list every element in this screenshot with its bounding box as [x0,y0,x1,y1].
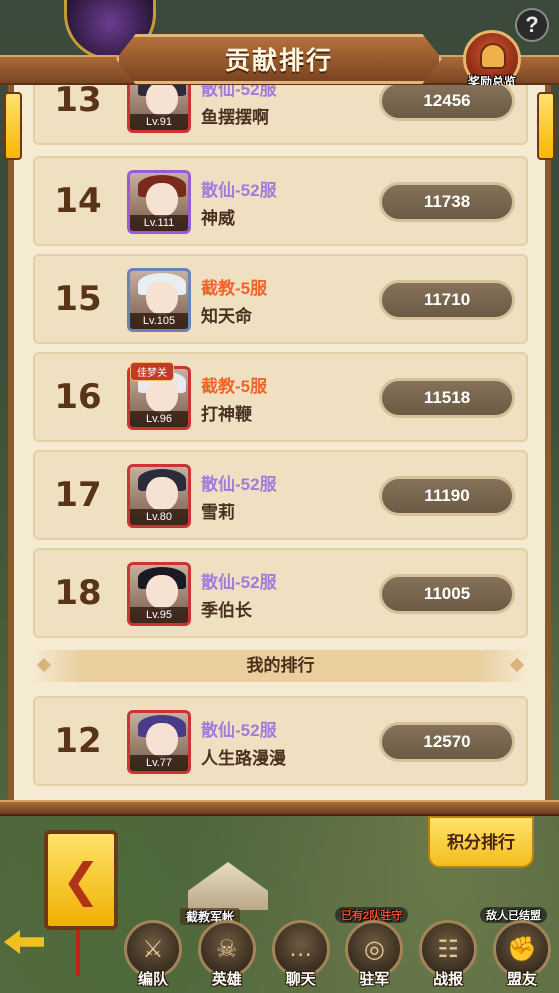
nav-label: 英雄 [211,971,242,988]
points-rank-tab[interactable]: 积分排行 [428,816,534,868]
player-name: 知天命 [201,307,252,326]
nav-label: 聊天 [285,971,316,988]
player-level: Lv.77 [130,755,188,771]
player-name: 雪莉 [201,503,235,522]
player-level: Lv.96 [130,411,188,427]
player-name: 神威 [201,209,235,228]
ranking-row[interactable]: 15 Lv.105 截教-5服 知天命 11710 [33,254,528,344]
rank-number: 14 [54,181,102,221]
player-avatar[interactable]: Lv.77 [127,710,191,774]
nav-battle-report[interactable]: ☷ 战报 [415,918,481,993]
player-score: 11710 [379,280,515,320]
nav-label: 盟友 [506,971,537,988]
rank-number: 18 [54,573,102,613]
player-name: 季伯长 [201,601,252,620]
my-rank-header: 我的排行 [33,650,528,682]
player-level: Lv.105 [130,313,188,329]
panel-bottom-rod [0,800,559,816]
player-level: Lv.111 [130,215,188,231]
ranking-row[interactable]: 16 Lv.96 佳梦关 截教-5服 打神鞭 11518 [33,352,528,442]
page-title: 贡献排行 [116,34,442,84]
nav-label: 驻军 [359,971,390,988]
player-score: 11518 [379,378,515,418]
lantern-right-icon [537,92,555,160]
nav-label: 战报 [433,971,464,988]
player-server: 散仙-52服 [201,721,277,740]
player-score: 11005 [379,574,515,614]
player-name: 人生路漫漫 [201,749,286,768]
ranking-row[interactable]: 18 Lv.95 散仙-52服 季伯长 11005 [33,548,528,638]
rank-number: 16 [54,377,102,417]
player-server: 散仙-52服 [201,475,277,494]
banner-pole [76,930,80,976]
player-avatar[interactable]: Lv.91 [127,85,191,133]
chevron-left-icon: ❮ [61,854,101,906]
player-score: 12570 [379,722,515,762]
bottom-nav: ⚔ 编队 ☠ 英雄 … 聊天 ◎ 驻军 ☷ 战报 ✊ 盟友 [120,918,555,993]
ranking-row[interactable]: 14 Lv.111 散仙-52服 神威 11738 [33,156,528,246]
back-button[interactable]: ❮ [44,830,118,930]
nav-garrison[interactable]: ◎ 驻军 [341,918,407,993]
nav-hero[interactable]: ☠ 英雄 [194,918,260,993]
player-name: 打神鞭 [201,405,252,424]
player-score: 11738 [379,182,515,222]
player-server: 截教-5服 [201,279,268,298]
ranking-row[interactable]: 13 Lv.91 散仙-52服 鱼摆摆啊 12456 [33,85,528,145]
nav-formation[interactable]: ⚔ 编队 [120,918,186,993]
helmet-icon [480,43,506,69]
player-server: 散仙-52服 [201,181,277,200]
ranking-row[interactable]: 17 Lv.80 散仙-52服 雪莉 11190 [33,450,528,540]
rank-number: 12 [54,721,102,761]
title-badge: 佳梦关 [130,362,174,381]
rank-number: 15 [54,279,102,319]
my-rank-row[interactable]: 12 Lv.77 散仙-52服 人生路漫漫 12570 [33,696,528,786]
player-avatar[interactable]: Lv.80 [127,464,191,528]
player-server: 散仙-52服 [201,573,277,592]
lantern-left-icon [4,92,22,160]
player-level: Lv.95 [130,607,188,623]
nav-ally[interactable]: ✊ 盟友 [489,918,555,993]
player-avatar[interactable]: Lv.95 [127,562,191,626]
player-level: Lv.91 [130,114,188,130]
rank-number: 17 [54,475,102,515]
player-server: 散仙-52服 [201,85,277,99]
player-score: 11190 [379,476,515,516]
help-button[interactable]: ? [515,8,549,42]
player-score: 12456 [379,85,515,121]
nav-label: 编队 [137,971,168,988]
player-avatar[interactable]: Lv.111 [127,170,191,234]
nav-chat[interactable]: … 聊天 [268,918,334,993]
player-avatar[interactable]: Lv.105 [127,268,191,332]
ranking-list[interactable]: 13 Lv.91 散仙-52服 鱼摆摆啊 12456 14 Lv.111 散仙-… [33,85,528,643]
player-name: 鱼摆摆啊 [201,108,269,127]
player-server: 截教-5服 [201,377,268,396]
rank-number: 13 [54,85,102,120]
player-level: Lv.80 [130,509,188,525]
